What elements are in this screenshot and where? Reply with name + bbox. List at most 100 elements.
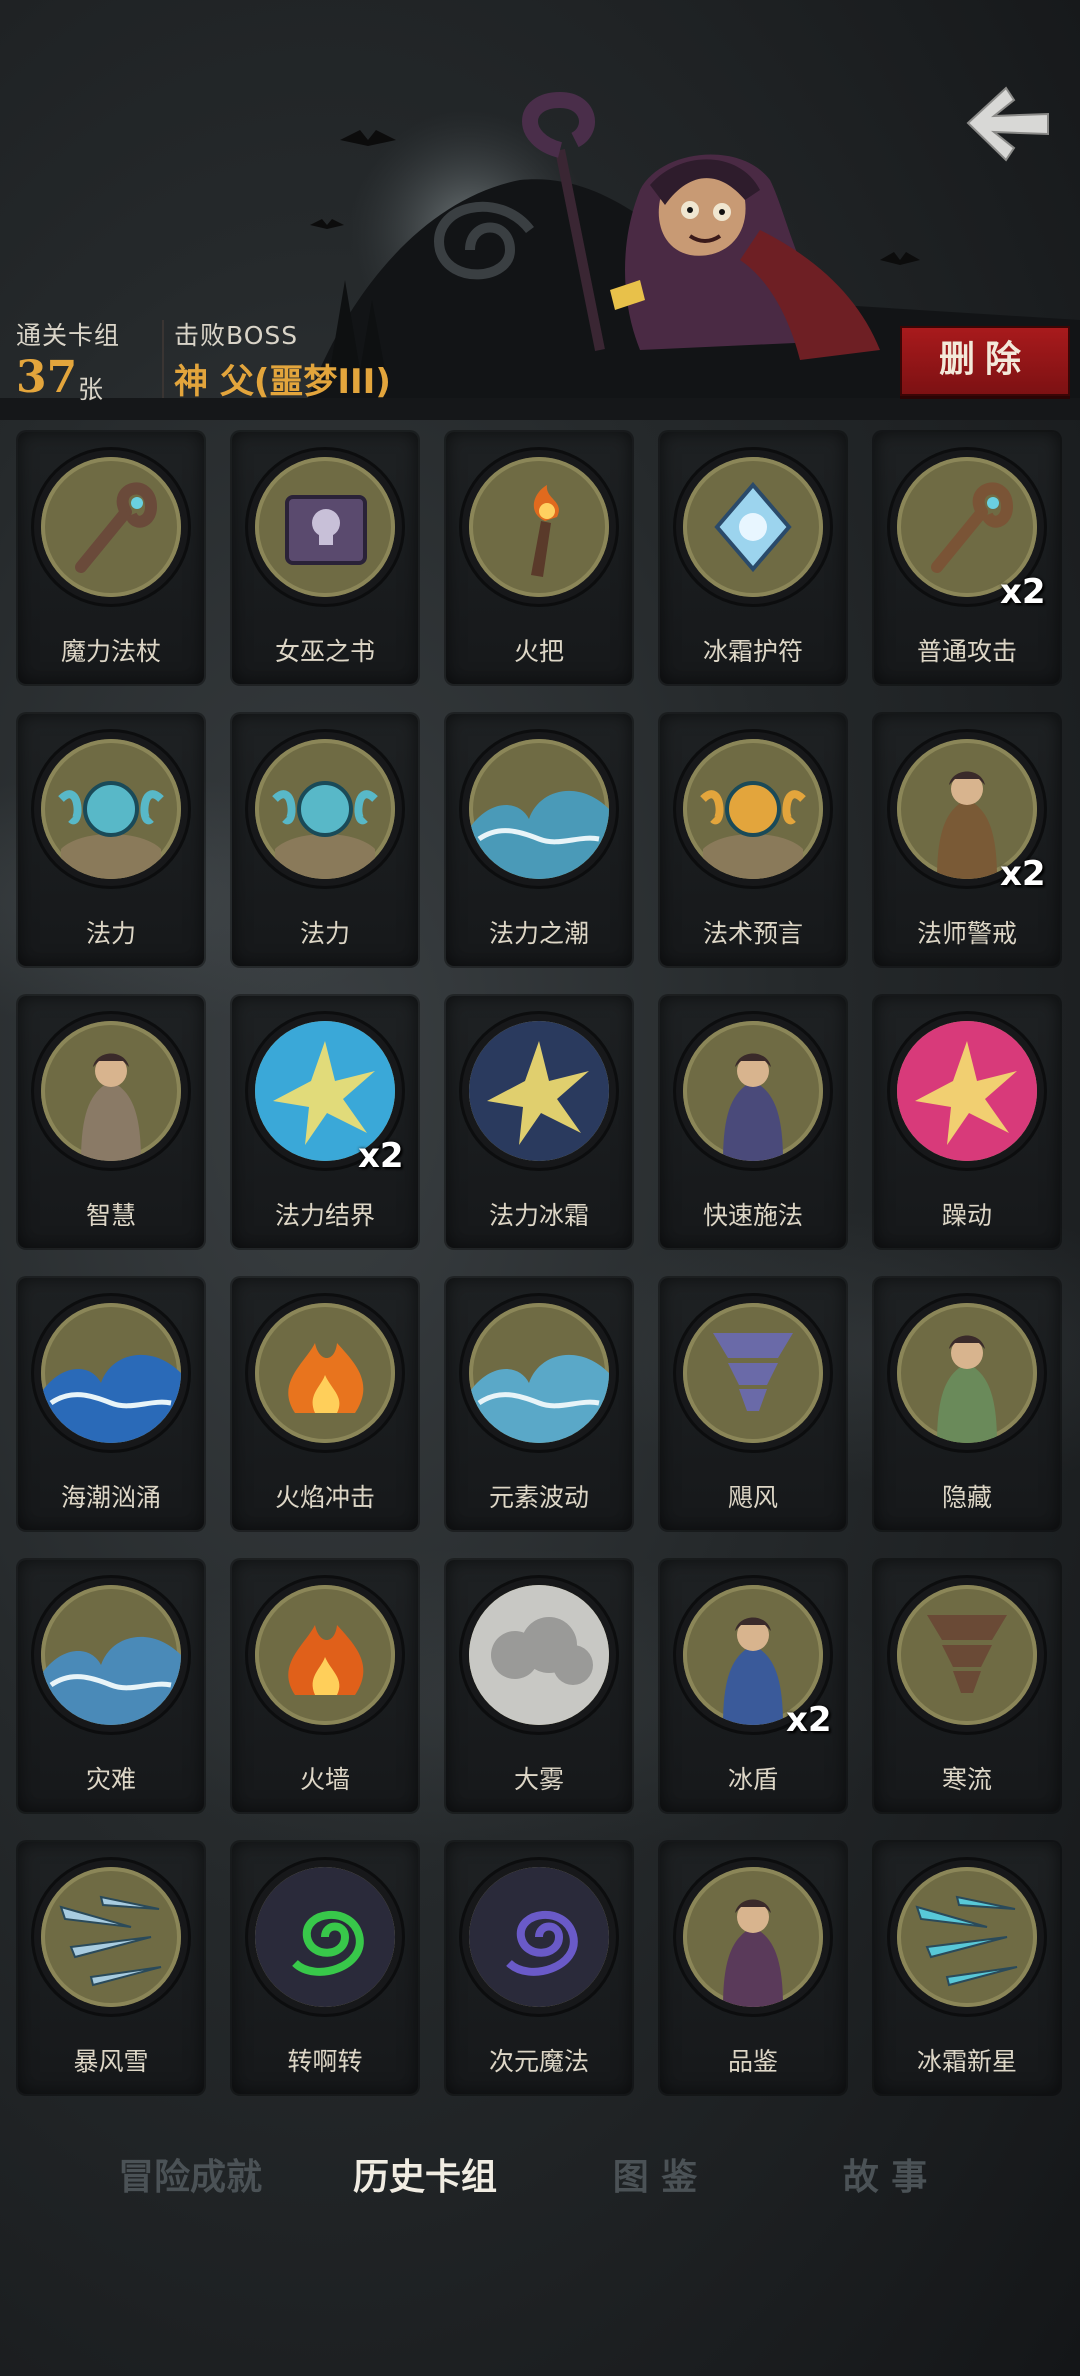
card-9[interactable]: 法师警戒 x2 xyxy=(874,714,1060,966)
card-art xyxy=(255,1303,395,1443)
card-27[interactable]: 次元魔法 xyxy=(446,1842,632,2094)
orb-icon xyxy=(700,781,806,879)
card-art xyxy=(255,457,395,597)
divider xyxy=(162,320,164,398)
card-art-frame xyxy=(462,1860,616,2014)
tab-achievements[interactable]: 冒险成就 xyxy=(100,2148,280,2208)
burst-icon xyxy=(897,1021,1037,1161)
card-17[interactable]: 元素波动 xyxy=(446,1278,632,1530)
tornado-icon xyxy=(713,1333,793,1411)
card-art-frame xyxy=(462,1296,616,1450)
wave-icon xyxy=(41,1636,181,1725)
card-22[interactable]: 大雾 xyxy=(446,1560,632,1812)
card-art-frame xyxy=(676,1014,830,1168)
flame-icon xyxy=(288,1625,364,1695)
torch-icon xyxy=(531,485,559,577)
orb-icon xyxy=(272,781,378,879)
card-count-badge: x2 xyxy=(1000,572,1046,612)
card-3[interactable]: 冰霜护符 xyxy=(660,432,846,684)
figure-icon xyxy=(81,1053,141,1161)
tab-label: 历史卡组 xyxy=(352,2157,497,2198)
card-29[interactable]: 冰霜新星 xyxy=(874,1842,1060,2094)
card-art xyxy=(469,457,609,597)
card-label: 元素波动 xyxy=(488,1483,589,1512)
card-art xyxy=(897,1303,1037,1443)
card-art xyxy=(683,457,823,597)
tab-deck-history[interactable]: 历史卡组 xyxy=(330,2148,520,2208)
card-art xyxy=(469,1021,609,1161)
card-0[interactable]: 魔力法杖 xyxy=(18,432,204,684)
card-4[interactable]: 普通攻击 x2 xyxy=(874,432,1060,684)
card-12[interactable]: 法力冰霜 xyxy=(446,996,632,1248)
card-count-badge: x2 xyxy=(786,1700,832,1740)
card-5[interactable]: 法力 xyxy=(18,714,204,966)
card-art xyxy=(469,1867,609,2007)
card-8[interactable]: 法术预言 xyxy=(660,714,846,966)
tab-label: 故 事 xyxy=(842,2157,928,2198)
card-art xyxy=(683,739,823,879)
card-label: 火焰冲击 xyxy=(274,1483,375,1512)
card-label: 转啊转 xyxy=(287,2047,363,2076)
card-art-frame xyxy=(248,450,402,604)
card-6[interactable]: 法力 xyxy=(232,714,418,966)
card-label: 火把 xyxy=(513,637,564,666)
card-label: 冰霜护符 xyxy=(702,637,803,666)
card-16[interactable]: 火焰冲击 xyxy=(232,1278,418,1530)
card-art-frame xyxy=(462,732,616,886)
card-10[interactable]: 智慧 xyxy=(18,996,204,1248)
card-label: 火墙 xyxy=(299,1765,350,1794)
card-28[interactable]: 品鉴 xyxy=(660,1842,846,2094)
card-18[interactable]: 飓风 xyxy=(660,1278,846,1530)
card-art xyxy=(683,1867,823,2007)
card-art xyxy=(683,1021,823,1161)
card-2[interactable]: 火把 xyxy=(446,432,632,684)
boss-label: 击败BOSS xyxy=(174,321,299,350)
card-14[interactable]: 躁动 xyxy=(874,996,1060,1248)
swirl-icon xyxy=(469,1867,609,2007)
tab-story[interactable]: 故 事 xyxy=(820,2148,950,2208)
card-13[interactable]: 快速施法 xyxy=(660,996,846,1248)
card-25[interactable]: 暴风雪 xyxy=(18,1842,204,2094)
card-24[interactable]: 寒流 xyxy=(874,1560,1060,1812)
card-label: 法力 xyxy=(299,919,350,948)
card-19[interactable]: 隐藏 xyxy=(874,1278,1060,1530)
card-art-frame xyxy=(34,1860,188,2014)
card-art xyxy=(41,457,181,597)
card-art-frame xyxy=(248,1578,402,1732)
swirl-icon xyxy=(255,1867,395,2007)
card-label: 法力之潮 xyxy=(488,919,589,948)
card-11[interactable]: 法力结界 x2 xyxy=(232,996,418,1248)
amulet-icon xyxy=(714,481,792,573)
card-1[interactable]: 女巫之书 xyxy=(232,432,418,684)
card-art-frame xyxy=(248,732,402,886)
card-art-frame xyxy=(676,450,830,604)
card-art xyxy=(469,739,609,879)
card-label: 灾难 xyxy=(85,1765,136,1794)
shards-icon xyxy=(915,1895,1018,1987)
card-art xyxy=(255,739,395,879)
back-button[interactable] xyxy=(958,78,1058,168)
deck-label: 通关卡组 xyxy=(16,321,121,350)
card-23[interactable]: 冰盾 x2 xyxy=(660,1560,846,1812)
card-art-frame xyxy=(676,732,830,886)
card-art-frame xyxy=(890,1014,1044,1168)
card-15[interactable]: 海潮汹涌 xyxy=(18,1278,204,1530)
card-20[interactable]: 灾难 xyxy=(18,1560,204,1812)
tab-codex[interactable]: 图 鉴 xyxy=(590,2148,720,2208)
card-label: 法力冰霜 xyxy=(488,1201,589,1230)
card-label: 法师警戒 xyxy=(916,919,1017,948)
card-art-frame xyxy=(462,450,616,604)
card-label: 普通攻击 xyxy=(916,637,1017,666)
card-label: 智慧 xyxy=(85,1201,136,1230)
staff-icon xyxy=(75,482,158,573)
delete-button[interactable]: 删除 xyxy=(900,326,1070,396)
card-21[interactable]: 火墙 xyxy=(232,1560,418,1812)
card-art-frame xyxy=(462,1014,616,1168)
card-26[interactable]: 转啊转 xyxy=(232,1842,418,2094)
card-art xyxy=(41,1021,181,1161)
card-7[interactable]: 法力之潮 xyxy=(446,714,632,966)
card-art xyxy=(255,1867,395,2007)
shards-icon xyxy=(59,1895,162,1987)
card-label: 大雾 xyxy=(513,1765,564,1794)
card-label: 冰霜新星 xyxy=(916,2047,1017,2076)
